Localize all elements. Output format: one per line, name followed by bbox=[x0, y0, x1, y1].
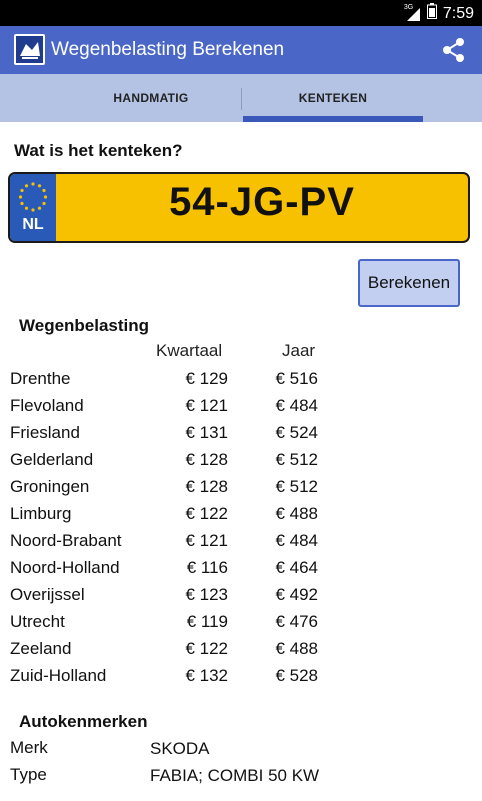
table-row: Friesland € 131 € 524 bbox=[0, 423, 482, 450]
quarter-amount: € 123 bbox=[185, 585, 228, 604]
province-name: Friesland bbox=[10, 423, 80, 442]
license-plate-input[interactable]: NL 54-JG-PV bbox=[8, 172, 470, 243]
province-name: Zuid-Holland bbox=[10, 666, 107, 685]
quarter-amount: € 128 bbox=[185, 450, 228, 469]
year-amount: € 512 bbox=[275, 450, 318, 469]
quarter-amount: € 132 bbox=[185, 666, 228, 685]
tab-handmatig[interactable]: HANDMATIG bbox=[30, 74, 272, 122]
year-amount: € 524 bbox=[275, 423, 318, 442]
quarter-amount: € 122 bbox=[185, 639, 228, 658]
signal-icon: 3G bbox=[403, 3, 421, 22]
year-amount: € 488 bbox=[275, 639, 318, 658]
quarter-amount: € 121 bbox=[185, 531, 228, 550]
quarter-amount: € 128 bbox=[185, 477, 228, 496]
quarter-amount: € 116 bbox=[186, 558, 228, 577]
province-name: Utrecht bbox=[10, 612, 65, 631]
table-row: Overijssel € 123 € 492 bbox=[0, 585, 482, 612]
status-bar: 3G 7:59 bbox=[0, 0, 482, 26]
tab-selected-indicator bbox=[243, 116, 423, 122]
province-name: Drenthe bbox=[10, 369, 71, 388]
table-row: Zuid-Holland € 132 € 528 bbox=[0, 666, 482, 693]
specs-section-title: Autokenmerken bbox=[19, 712, 148, 731]
plate-question: Wat is het kenteken? bbox=[14, 141, 183, 160]
eu-band: NL bbox=[10, 174, 56, 241]
year-amount: € 512 bbox=[275, 477, 318, 496]
table-row: Gelderland € 128 € 512 bbox=[0, 450, 482, 477]
table-row: Noord-Brabant € 121 € 484 bbox=[0, 531, 482, 558]
year-amount: € 488 bbox=[275, 504, 318, 523]
year-amount: € 476 bbox=[275, 612, 318, 631]
province-name: Zeeland bbox=[10, 639, 72, 658]
tab-kenteken[interactable]: KENTEKEN bbox=[242, 74, 424, 122]
year-amount: € 528 bbox=[275, 666, 318, 685]
table-row: Utrecht € 119 € 476 bbox=[0, 612, 482, 639]
quarter-amount: € 131 bbox=[185, 423, 228, 442]
battery-icon bbox=[426, 3, 437, 24]
table-row: Groningen € 128 € 512 bbox=[0, 477, 482, 504]
province-name: Groningen bbox=[10, 477, 90, 496]
province-name: Limburg bbox=[10, 504, 72, 523]
eu-stars-icon bbox=[18, 182, 48, 212]
spec-value-type: FABIA; COMBI 50 KW bbox=[150, 766, 320, 785]
year-amount: € 464 bbox=[275, 558, 318, 577]
tax-section-title: Wegenbelasting bbox=[19, 316, 150, 335]
spec-value-brand: SKODA bbox=[150, 739, 210, 758]
action-bar: Wegenbelasting Berekenen bbox=[0, 26, 482, 74]
tab-bar: HANDMATIG KENTEKEN bbox=[0, 74, 482, 122]
province-name: Flevoland bbox=[10, 396, 84, 415]
year-amount: € 484 bbox=[275, 396, 318, 415]
plate-number: 54-JG-PV bbox=[169, 180, 355, 224]
column-header-year: Jaar bbox=[282, 341, 316, 360]
spec-label-brand: Merk bbox=[10, 738, 48, 757]
status-icons: 3G 7:59 bbox=[403, 3, 474, 24]
spec-label-type: Type bbox=[10, 765, 47, 784]
table-row: Flevoland € 121 € 484 bbox=[0, 396, 482, 423]
table-row: Drenthe € 129 € 516 bbox=[0, 369, 482, 396]
share-icon[interactable] bbox=[440, 36, 468, 64]
quarter-amount: € 129 bbox=[185, 369, 228, 388]
province-name: Noord-Brabant bbox=[10, 531, 122, 550]
table-row: Noord-Holland € 116 € 464 bbox=[0, 558, 482, 585]
year-amount: € 484 bbox=[275, 531, 318, 550]
year-amount: € 516 bbox=[275, 369, 318, 388]
calculate-button[interactable]: Berekenen bbox=[358, 259, 460, 307]
quarter-amount: € 122 bbox=[185, 504, 228, 523]
table-row: Zeeland € 122 € 488 bbox=[0, 639, 482, 666]
app-title: Wegenbelasting Berekenen bbox=[51, 39, 285, 60]
province-name: Noord-Holland bbox=[10, 558, 120, 577]
year-amount: € 492 bbox=[275, 585, 318, 604]
quarter-amount: € 119 bbox=[186, 612, 228, 631]
clock: 7:59 bbox=[442, 4, 474, 22]
province-name: Gelderland bbox=[10, 450, 94, 469]
province-name: Overijssel bbox=[10, 585, 85, 604]
app-logo-icon[interactable] bbox=[14, 34, 45, 65]
plate-country-code: NL bbox=[22, 216, 44, 233]
table-row: Limburg € 122 € 488 bbox=[0, 504, 482, 531]
column-header-quarter: Kwartaal bbox=[156, 341, 223, 360]
quarter-amount: € 121 bbox=[185, 396, 228, 415]
network-type: 3G bbox=[403, 3, 414, 11]
